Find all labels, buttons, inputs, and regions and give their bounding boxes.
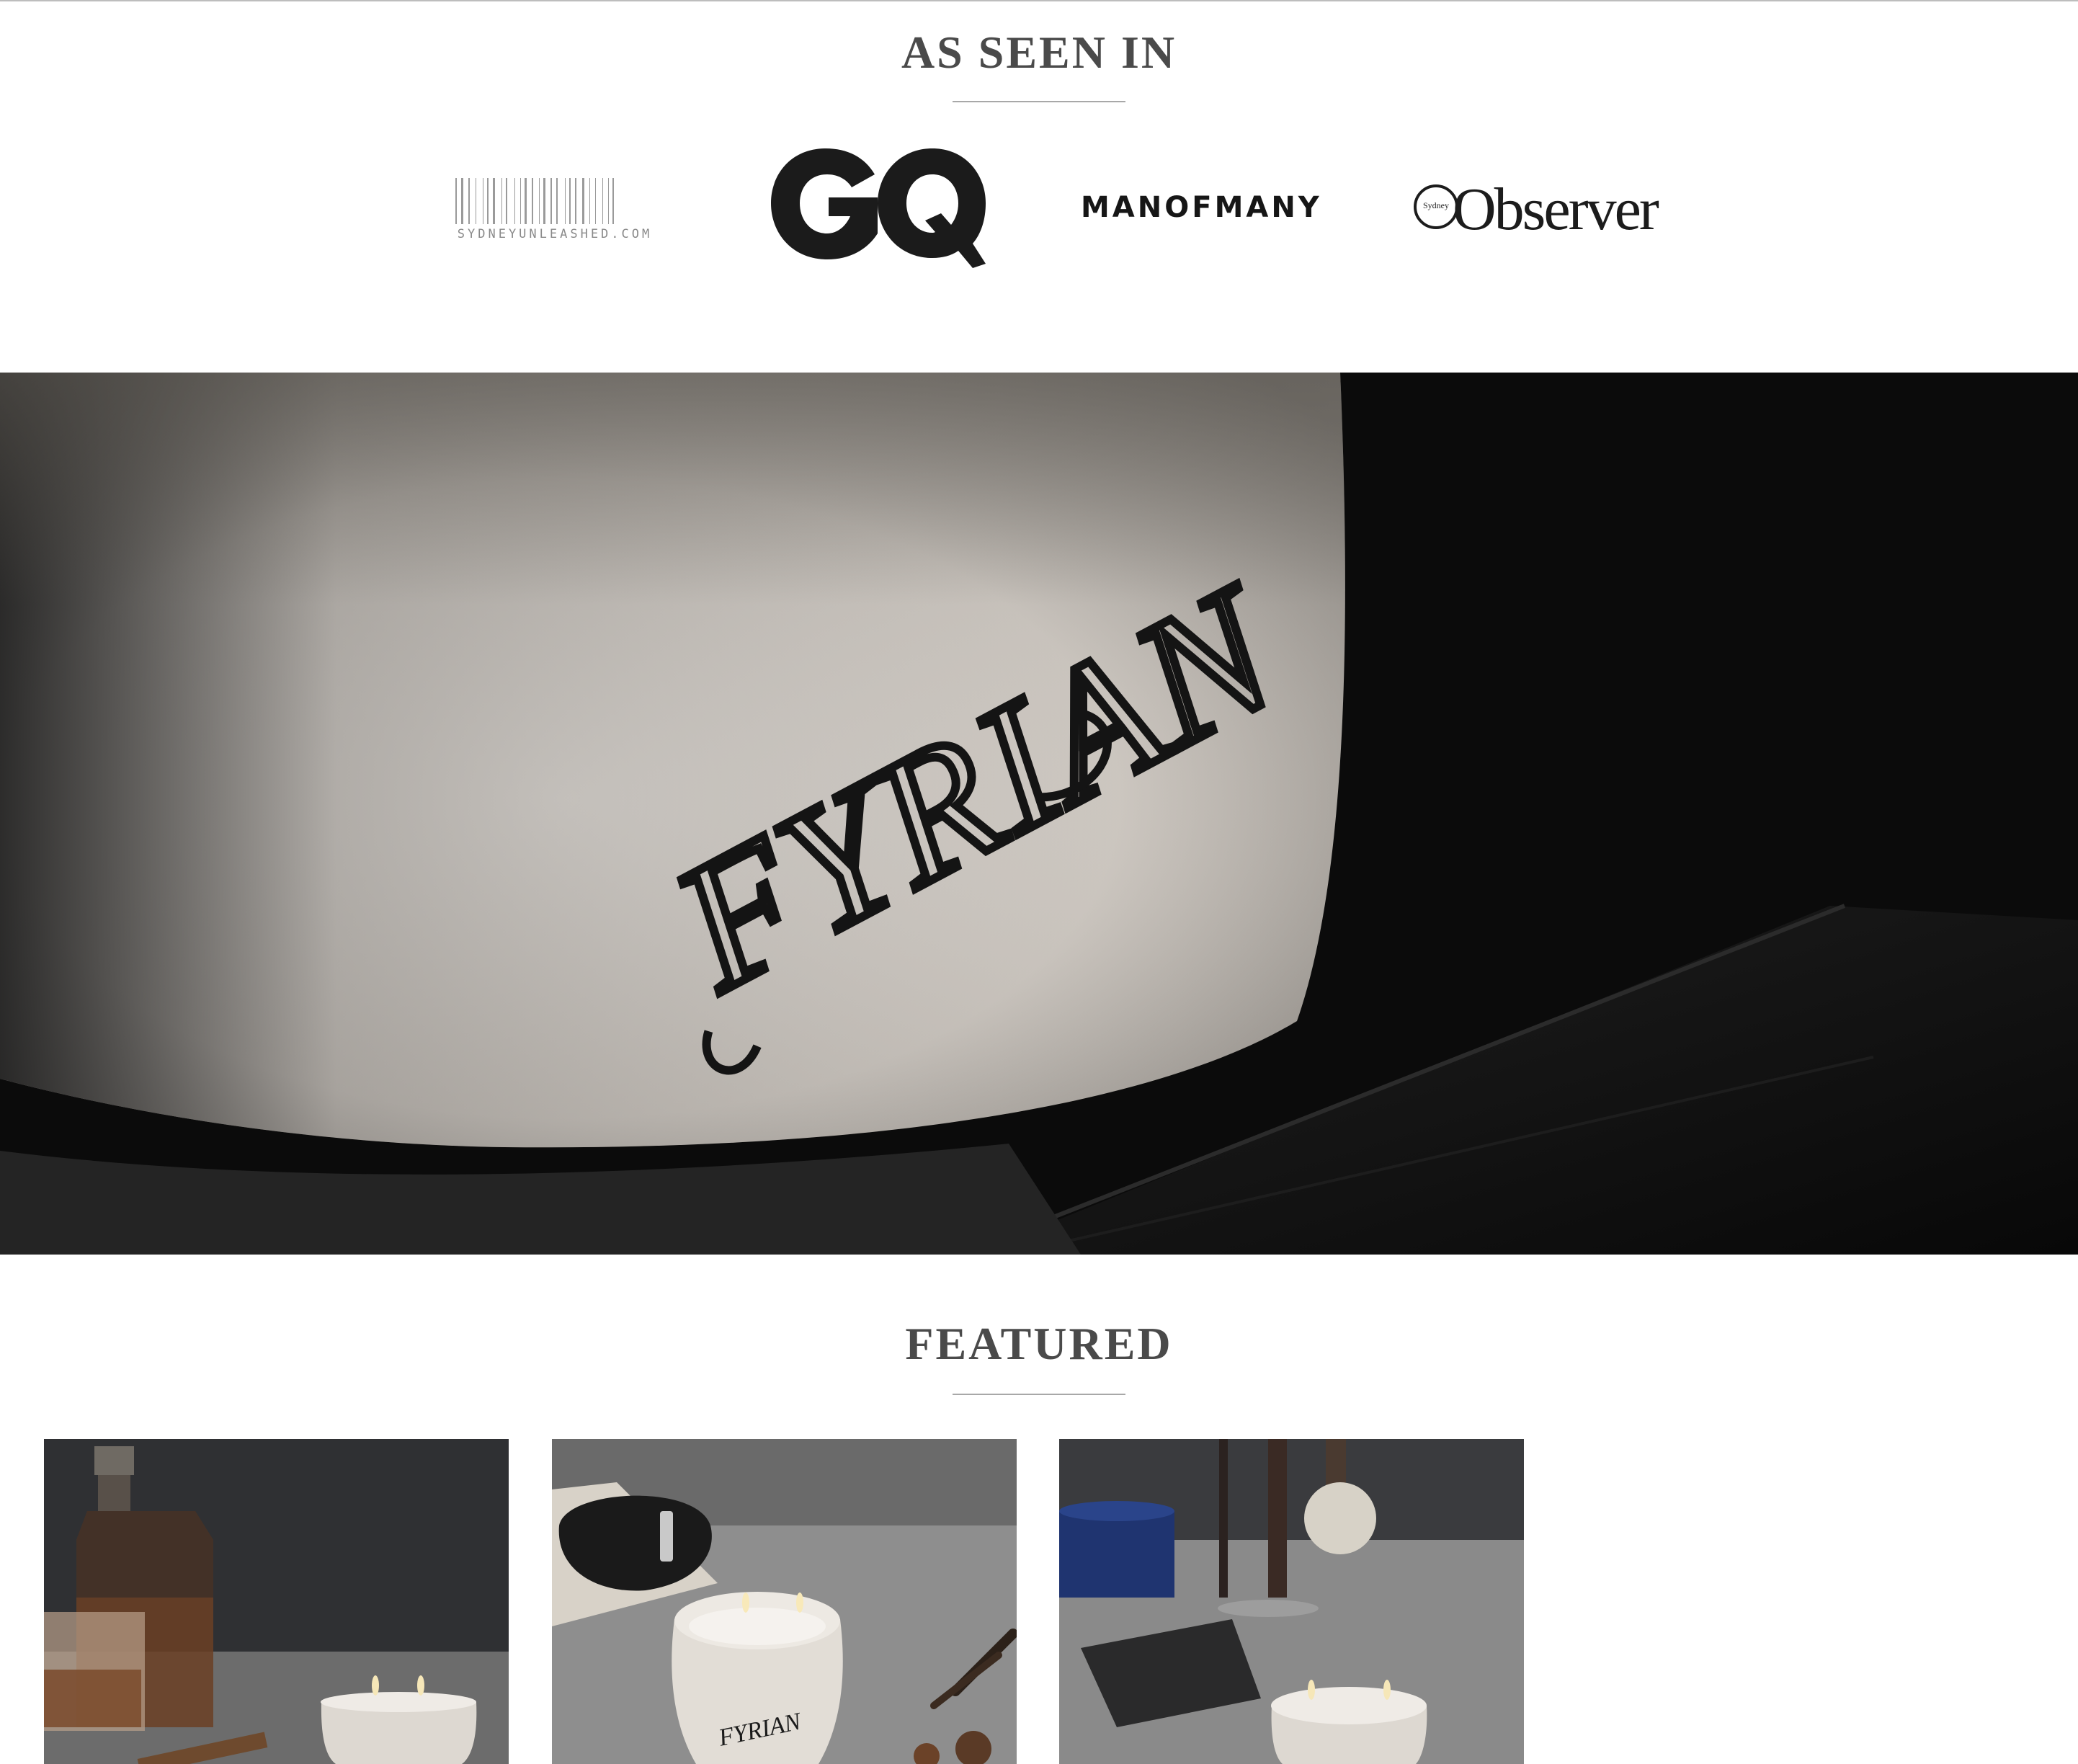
as-seen-in-heading: AS SEEN IN	[901, 27, 1177, 78]
candle-decanter-photo	[44, 1439, 509, 1764]
observer-wordmark: Observer	[1453, 176, 1659, 243]
gq-wordmark-icon	[771, 148, 986, 268]
candle-belt-photo: FYRIAN	[552, 1439, 1017, 1764]
featured-card-decanter[interactable]	[44, 1439, 509, 1764]
featured-heading: FEATURED	[905, 1318, 1173, 1369]
featured-card-shaving[interactable]	[1059, 1439, 1524, 1764]
observer-sydney-text: Sydney	[1423, 200, 1449, 210]
featured-card-belt[interactable]: FYRIAN	[552, 1439, 1017, 1764]
candle-shaving-photo	[1059, 1439, 1524, 1764]
featured-divider	[953, 1394, 1125, 1395]
as-seen-in-divider	[953, 101, 1125, 102]
gq-logo[interactable]	[770, 144, 986, 270]
sydneyunleashed-text: SYDNEYUNLEASHED.COM	[457, 227, 653, 241]
sydney-observer-logo[interactable]: Sydney Observer	[1411, 177, 1659, 245]
sydneyunleashed-logo[interactable]: SYDNEYUNLEASHED.COM	[454, 177, 656, 243]
hero-image: FYRIAN	[0, 373, 2078, 1255]
barcode-icon	[454, 177, 654, 227]
manofmany-logo[interactable]: MANOFMANY	[1081, 186, 1319, 229]
top-border	[0, 0, 2078, 1]
